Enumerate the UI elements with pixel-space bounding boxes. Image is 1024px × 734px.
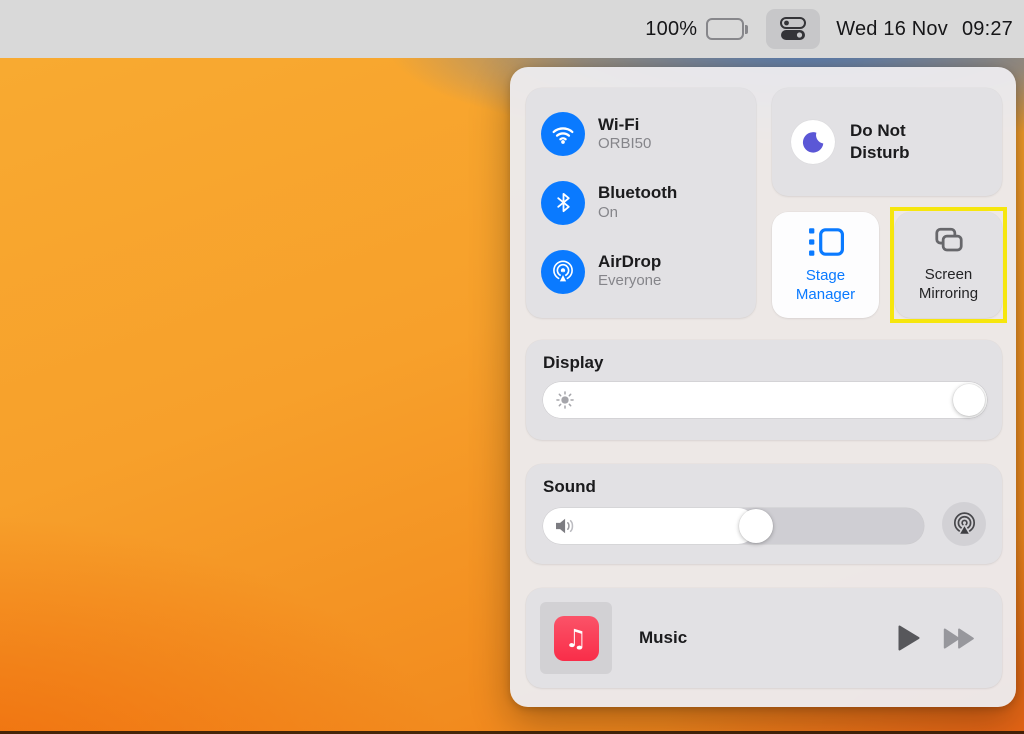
sound-card: Sound — [526, 464, 1002, 564]
control-center-button[interactable] — [766, 9, 820, 49]
bluetooth-row[interactable]: Bluetooth On — [541, 181, 756, 225]
wifi-status: ORBI50 — [598, 135, 651, 154]
stage-manager-icon — [808, 226, 844, 258]
battery-percent: 100% — [645, 18, 697, 41]
stage-manager-tile[interactable]: Stage Manager — [772, 212, 879, 318]
volume-knob[interactable] — [739, 509, 773, 543]
airdrop-icon — [550, 259, 576, 285]
music-card: ♫ Music — [526, 588, 1002, 688]
screen-mirroring-tile[interactable]: Screen Mirroring — [895, 212, 1002, 318]
wifi-label: Wi-Fi — [598, 115, 639, 134]
brightness-knob[interactable] — [953, 384, 985, 416]
do-not-disturb-card[interactable]: Do Not Disturb — [772, 88, 1002, 196]
menu-bar: 100% Wed 16 Nov 09:27 — [0, 0, 1024, 58]
sound-output-button[interactable] — [942, 502, 986, 546]
airdrop-toggle[interactable] — [541, 250, 585, 294]
display-title: Display — [543, 353, 986, 373]
battery-icon — [706, 18, 748, 40]
bluetooth-toggle[interactable] — [541, 181, 585, 225]
airdrop-label: AirDrop — [598, 252, 661, 271]
brightness-icon — [554, 389, 576, 411]
music-app-label: Music — [639, 628, 687, 648]
menu-bar-clock[interactable]: 09:27 — [962, 18, 1013, 41]
screen-mirroring-label: Screen Mirroring — [908, 266, 990, 304]
wifi-toggle[interactable] — [541, 112, 585, 156]
volume-slider[interactable] — [543, 508, 924, 544]
bluetooth-status: On — [598, 204, 677, 223]
display-card: Display — [526, 340, 1002, 440]
do-not-disturb-label: Do Not Disturb — [850, 120, 936, 164]
sound-title: Sound — [543, 477, 986, 497]
menu-bar-date[interactable]: Wed 16 Nov — [836, 18, 948, 41]
moon-icon — [801, 130, 826, 155]
do-not-disturb-toggle[interactable] — [791, 120, 835, 164]
bluetooth-label: Bluetooth — [598, 183, 677, 202]
connectivity-card: Wi-Fi ORBI50 Bluetooth On — [526, 88, 756, 318]
album-art-placeholder: ♫ — [540, 602, 612, 674]
control-center-panel: Wi-Fi ORBI50 Bluetooth On — [510, 67, 1016, 707]
screen-mirroring-icon — [932, 227, 966, 257]
bluetooth-icon — [552, 191, 575, 214]
airdrop-status: Everyone — [598, 272, 661, 291]
play-button[interactable] — [898, 625, 920, 651]
fast-forward-button[interactable] — [943, 628, 978, 649]
wifi-icon — [550, 121, 576, 147]
wifi-row[interactable]: Wi-Fi ORBI50 — [541, 112, 756, 156]
toggles-icon — [778, 16, 808, 42]
screen: 100% Wed 16 Nov 09:27 — [0, 0, 1024, 734]
airdrop-row[interactable]: AirDrop Everyone — [541, 250, 756, 294]
stage-manager-label: Stage Manager — [790, 267, 862, 305]
music-note-icon: ♫ — [554, 616, 599, 661]
airplay-audio-icon — [951, 511, 978, 538]
brightness-fill — [543, 382, 987, 418]
speaker-icon — [554, 516, 578, 536]
brightness-slider[interactable] — [543, 382, 987, 418]
